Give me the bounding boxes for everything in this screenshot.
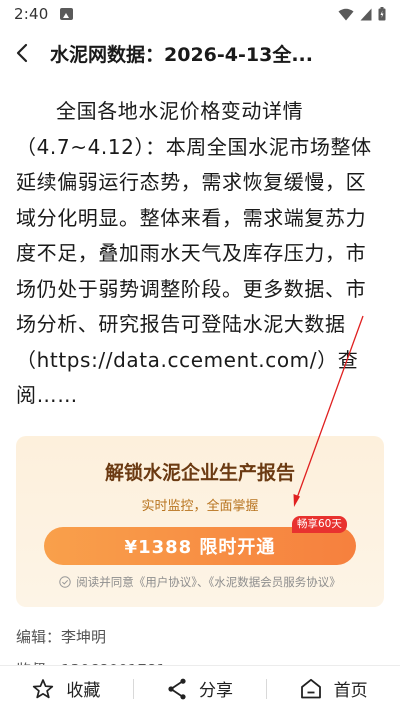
editor-line: 编辑：李坤明 [16,628,107,646]
chevron-left-icon [16,43,28,63]
unlock-report-card: 解锁水泥企业生产报告 实时监控，全面掌握 ¥1388 限时开通 畅享60天 阅读… [16,436,384,607]
promo-title: 解锁水泥企业生产报告 [104,462,295,484]
home-label: 首页 [333,681,368,701]
favorite-label: 收藏 [66,681,101,701]
agreement-row[interactable]: 阅读并同意《用户协议》、《水泥数据会员服务协议》 [16,574,384,590]
agreement-check-icon[interactable] [59,576,71,588]
favorite-button[interactable]: 收藏 [0,676,133,701]
share-label: 分享 [199,681,233,701]
star-icon [33,678,54,698]
page-title: 水泥网数据：2026-4-13全... [50,43,313,66]
battery-icon [378,7,386,21]
bottom-action-bar: 收藏 分享 首页 [0,665,400,711]
status-bar: 2:40 [0,0,400,28]
promo-duration-badge: 畅享60天 [292,516,347,533]
promo-subtitle: 实时监控，全面掌握 [141,499,259,514]
signal-icon [360,8,372,20]
home-button[interactable]: 首页 [267,676,400,701]
back-button[interactable] [2,30,42,76]
status-indicators [338,7,386,21]
article-paragraph: 全国各地水泥价格变动详情（4.7~4.12）：本周全国水泥市场整体延续偏弱运行态… [16,99,372,407]
agreement-text[interactable]: 阅读并同意《用户协议》、《水泥数据会员服务协议》 [76,574,341,590]
share-button[interactable]: 分享 [134,676,267,701]
share-icon [168,678,186,699]
photo-notification-icon [60,8,74,20]
nav-bar: 水泥网数据：2026-4-13全... [0,30,400,76]
status-time: 2:40 [14,5,49,23]
wifi-icon [338,8,354,20]
home-icon [300,678,321,699]
article-body: 全国各地水泥价格变动详情（4.7~4.12）：本周全国水泥市场整体延续偏弱运行态… [16,94,384,414]
